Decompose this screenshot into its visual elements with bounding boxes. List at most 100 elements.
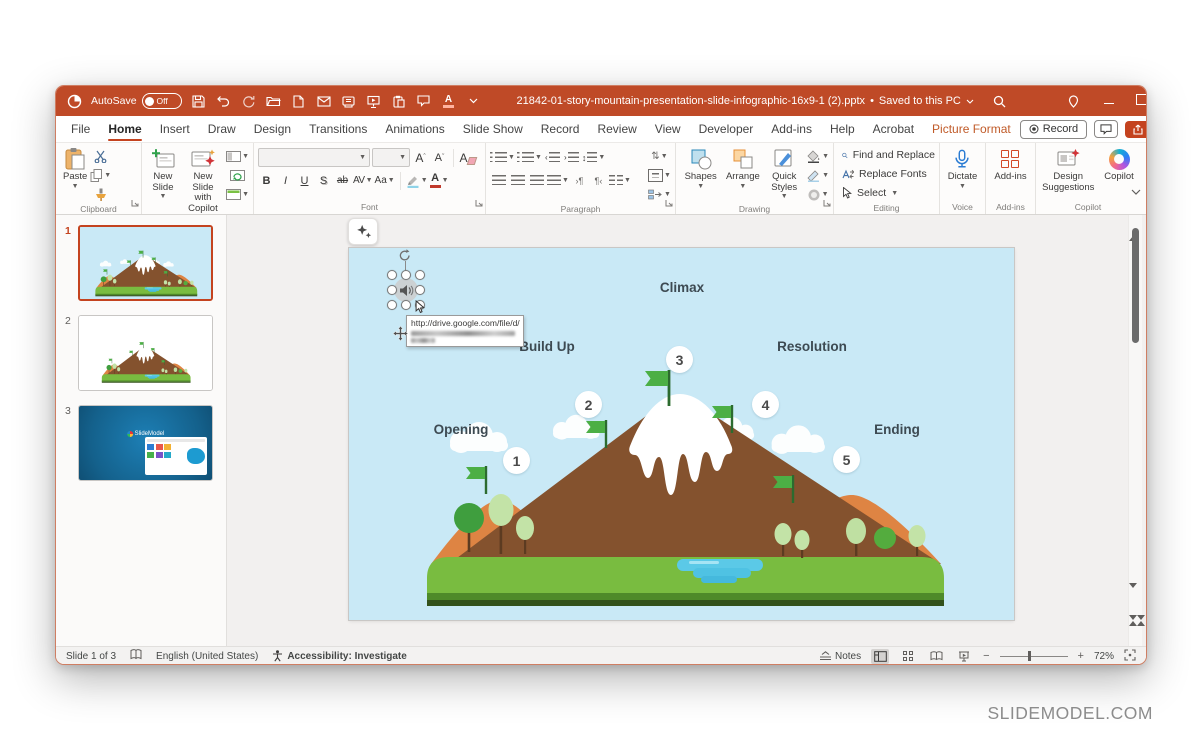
font-color-button[interactable]: A▼	[430, 172, 449, 189]
justify-button[interactable]: ▼	[547, 172, 569, 189]
decrease-indent-button[interactable]: ‹	[544, 149, 561, 166]
font-dialog-launcher[interactable]	[475, 194, 483, 212]
section-button[interactable]: ▼	[226, 186, 249, 203]
clipboard-dialog-launcher[interactable]	[131, 194, 139, 212]
quick-print-icon[interactable]	[341, 93, 357, 109]
reading-view-button[interactable]	[927, 649, 945, 664]
tab-design[interactable]: Design	[245, 118, 300, 140]
ltr-button[interactable]: ›¶	[571, 172, 588, 189]
selection-handle-n[interactable]	[401, 270, 411, 280]
selection-handle-e[interactable]	[415, 285, 425, 295]
bullets-button[interactable]: ▼	[490, 149, 515, 166]
slideshow-button[interactable]	[955, 649, 973, 664]
grow-font-button[interactable]: Aˆ	[412, 149, 429, 166]
selection-handle-nw[interactable]	[387, 270, 397, 280]
layout-button[interactable]: ▼	[226, 148, 249, 165]
design-suggestions-button[interactable]: Design Suggestions	[1039, 146, 1097, 201]
paste-button[interactable]: Paste▼	[60, 146, 90, 203]
undo-icon[interactable]	[216, 93, 232, 109]
tab-transitions[interactable]: Transitions	[300, 118, 376, 140]
share-button[interactable]: Share▼	[1125, 121, 1147, 138]
save-icon[interactable]	[191, 93, 207, 109]
maximize-button[interactable]	[1136, 94, 1147, 108]
replace-fonts-button[interactable]: Replace Fonts	[842, 165, 935, 183]
paragraph-dialog-launcher[interactable]	[665, 194, 673, 212]
selection-handle-ne[interactable]	[415, 270, 425, 280]
tab-insert[interactable]: Insert	[151, 118, 199, 140]
tab-help[interactable]: Help	[821, 118, 864, 140]
rtl-button[interactable]: ¶‹	[590, 172, 607, 189]
slide-sorter-button[interactable]	[899, 649, 917, 664]
tab-draw[interactable]: Draw	[199, 118, 245, 140]
line-spacing-button[interactable]: ↕▼	[582, 149, 605, 166]
arrange-button[interactable]: Arrange▼	[721, 146, 764, 203]
record-button[interactable]: Record	[1020, 120, 1087, 139]
vertical-scrollbar[interactable]	[1128, 215, 1142, 646]
text-direction-button[interactable]: ⇅▼	[648, 148, 671, 165]
tab-add-ins[interactable]: Add-ins	[762, 118, 821, 140]
spellcheck-icon[interactable]	[130, 649, 142, 663]
tab-slide-show[interactable]: Slide Show	[454, 118, 532, 140]
text-highlight-button[interactable]: ▼	[406, 172, 428, 189]
shape-outline-button[interactable]: ▼	[806, 167, 829, 184]
strikethrough-button[interactable]: ab	[334, 172, 351, 189]
tab-home[interactable]: Home	[99, 118, 150, 140]
powerpoint-logo-icon[interactable]	[66, 93, 82, 109]
paste-small-icon[interactable]	[391, 93, 407, 109]
language-status[interactable]: English (United States)	[156, 651, 258, 662]
dictate-button[interactable]: Dictate▼	[945, 146, 981, 201]
next-slide-icon[interactable]	[1129, 620, 1142, 638]
tab-acrobat[interactable]: Acrobat	[864, 118, 923, 140]
collapse-ribbon-icon[interactable]	[1131, 182, 1141, 200]
slide-canvas[interactable]: Opening Build Up Climax Resolution Endin…	[349, 248, 1014, 620]
comments-button[interactable]	[1094, 120, 1118, 138]
saved-status[interactable]: Saved to this PC	[879, 95, 961, 107]
selection-handle-sw[interactable]	[387, 300, 397, 310]
align-right-button[interactable]	[528, 172, 545, 189]
presenter-icon[interactable]	[366, 93, 382, 109]
autosave-switch[interactable]: Off	[142, 93, 182, 109]
redo-icon[interactable]	[241, 93, 257, 109]
tab-record[interactable]: Record	[532, 118, 589, 140]
tab-file[interactable]: File	[62, 118, 99, 140]
autosave-toggle[interactable]: AutoSave Off	[91, 93, 182, 109]
text-shadow-button[interactable]: S	[315, 172, 332, 189]
selection-handle-s[interactable]	[401, 300, 411, 310]
align-text-button[interactable]: ▼	[648, 167, 671, 184]
fit-slide-button[interactable]	[1124, 649, 1136, 664]
shrink-font-button[interactable]: Aˇ	[431, 149, 448, 166]
font-size-select[interactable]: ▼	[372, 148, 410, 167]
reset-button[interactable]	[226, 167, 249, 184]
tab-developer[interactable]: Developer	[690, 118, 763, 140]
format-painter-button[interactable]	[90, 186, 111, 203]
shapes-button[interactable]: Shapes▼	[680, 146, 721, 203]
quick-styles-button[interactable]: Quick Styles▼	[764, 146, 804, 203]
font-name-select[interactable]: ▼	[258, 148, 370, 167]
accessibility-status[interactable]: Accessibility: Investigate	[272, 650, 407, 662]
italic-button[interactable]: I	[277, 172, 294, 189]
zoom-in-button[interactable]: +	[1078, 651, 1084, 662]
cut-button[interactable]	[90, 148, 111, 165]
align-center-button[interactable]	[509, 172, 526, 189]
qat-more-icon[interactable]	[466, 93, 482, 109]
columns-button[interactable]: ▼	[609, 172, 631, 189]
drawing-dialog-launcher[interactable]	[823, 194, 831, 212]
addins-button[interactable]: Add-ins	[991, 146, 1029, 201]
email-icon[interactable]	[316, 93, 332, 109]
slide-counter[interactable]: Slide 1 of 3	[66, 651, 116, 662]
align-left-button[interactable]	[490, 172, 507, 189]
tab-view[interactable]: View	[646, 118, 690, 140]
tab-animations[interactable]: Animations	[376, 118, 453, 140]
zoom-slider[interactable]	[1000, 656, 1068, 657]
copy-button[interactable]: ▼	[90, 167, 111, 184]
underline-button[interactable]: U	[296, 172, 313, 189]
scrollbar-thumb[interactable]	[1132, 228, 1139, 343]
clear-formatting-button[interactable]: A	[459, 149, 476, 166]
numbering-button[interactable]: ▼	[517, 149, 542, 166]
tab-review[interactable]: Review	[588, 118, 645, 140]
slide-thumbnail-1[interactable]	[78, 225, 213, 301]
font-color-icon[interactable]: A	[441, 93, 457, 109]
shape-fill-button[interactable]: ▼	[806, 148, 829, 165]
search-icon[interactable]	[992, 93, 1008, 109]
tab-picture-format[interactable]: Picture Format	[923, 118, 1020, 140]
